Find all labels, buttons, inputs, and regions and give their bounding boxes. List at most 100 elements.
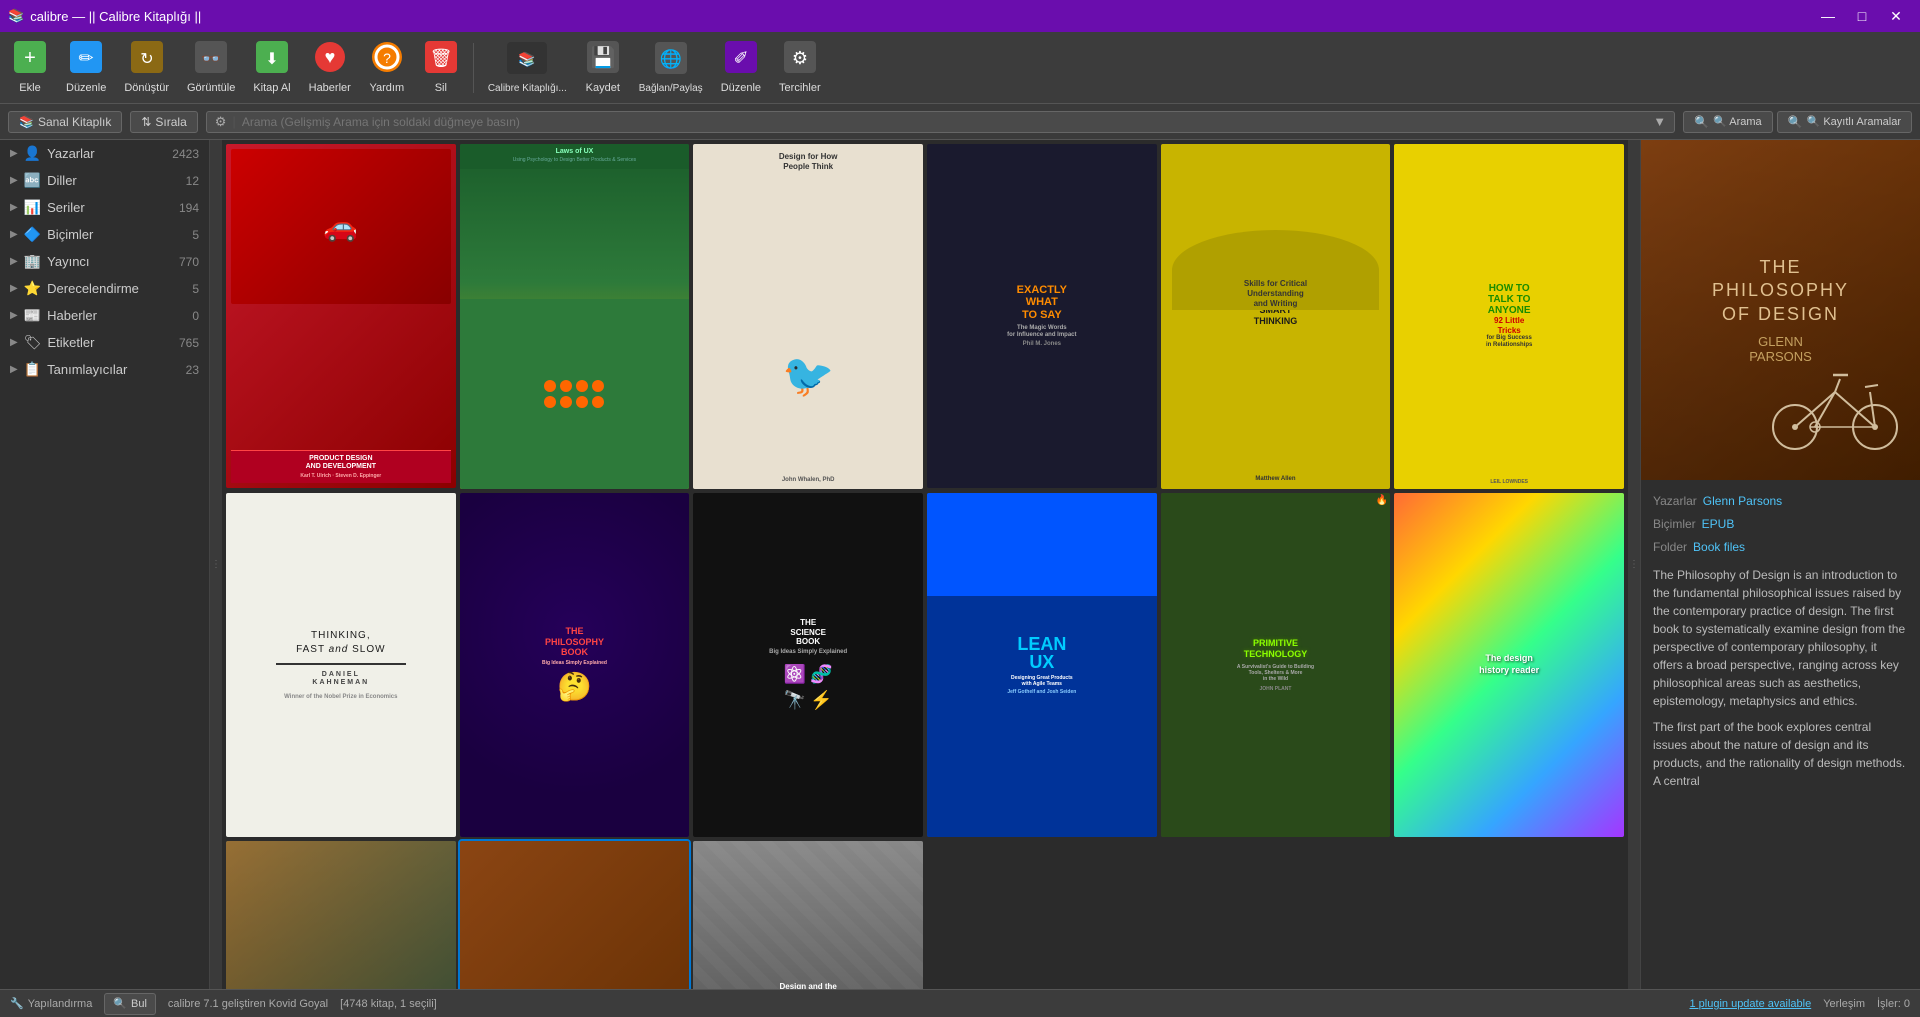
tags-icon: 🏷: [24, 334, 42, 351]
languages-icon: 🔤: [24, 172, 41, 189]
toolbar-kaydet[interactable]: 💾 Kaydet: [577, 36, 629, 100]
toolbar-calibre-kitap[interactable]: 📚 Calibre Kitaplığı...: [480, 36, 575, 100]
rating-icon: ⭐: [24, 280, 41, 297]
sidebar-item-tanimlay-left: ▶ 📋 Tanımlayıcılar: [10, 361, 127, 378]
folder-link[interactable]: Book files: [1693, 538, 1745, 557]
book-cover-design-short[interactable]: DESIGN A Very Short Introduction John He…: [226, 841, 456, 989]
detail-panel: THEPHILOSOPHYOF DESIGN GLENNPARSONS: [1640, 140, 1920, 989]
toolbar-donustur[interactable]: ↻ Dönüştür: [116, 36, 177, 100]
news-sidebar-icon: 📰: [24, 307, 41, 324]
formats-icon: 🔷: [24, 226, 41, 243]
sidebar-label-etiketler: Etiketler: [47, 335, 94, 350]
minimize-button[interactable]: —: [1812, 0, 1844, 32]
sidebar-item-tanimlay[interactable]: ▶ 📋 Tanımlayıcılar 23: [0, 356, 209, 383]
sidebar-item-derecelendirme-left: ▶ ⭐ Derecelendirme: [10, 280, 139, 297]
maximize-button[interactable]: □: [1846, 0, 1878, 32]
detail-description: The Philosophy of Design is an introduct…: [1653, 566, 1908, 790]
search-actions: 🔍 🔍 Arama 🔍 🔍 Kayıtlı Aramalar: [1683, 111, 1912, 133]
sidebar-label-seriler: Seriler: [47, 200, 85, 215]
sort-label: Sırala: [155, 115, 186, 129]
plugin-update-link[interactable]: 1 plugin update available: [1689, 998, 1811, 1010]
toolbar-yardim-label: Yardım: [369, 82, 404, 94]
book-cover-lean-ux[interactable]: LEANUX Designing Great Productswith Agil…: [927, 493, 1157, 837]
sort-icon: ⇅: [141, 115, 151, 129]
sidebar-count-bicimler: 5: [192, 228, 199, 242]
sidebar-count-yazarlar: 2423: [172, 147, 199, 161]
sidebar-label-bicimler: Biçimler: [47, 227, 93, 242]
book-cover-design-creation[interactable]: Design and theCreation of Value John Hes…: [693, 841, 923, 989]
svg-text:👓: 👓: [201, 51, 221, 68]
toolbar-kaydet-label: Kaydet: [586, 82, 620, 94]
toolbar-duzenle[interactable]: ✏ Düzenle: [58, 36, 114, 100]
book-cover-product-design[interactable]: 🚗 PRODUCT DESIGNAND DEVELOPMENT Karl T. …: [226, 144, 456, 488]
sidebar-item-seriler[interactable]: ▶ 📊 Seriler 194: [0, 194, 209, 221]
preferences-icon: ⚙: [784, 41, 816, 78]
toolbar-baglan[interactable]: 🌐 Bağlan/Paylaş: [631, 36, 711, 100]
detail-cover-image: THEPHILOSOPHYOF DESIGN GLENNPARSONS: [1641, 140, 1920, 480]
search-divider: |: [232, 114, 235, 129]
book-cover-design-think[interactable]: Design for HowPeople Think 🐦 John Whalen…: [693, 144, 923, 489]
toolbar-duzenle2[interactable]: ✐ Düzenle: [713, 36, 769, 100]
left-collapse-handle[interactable]: ⋮: [210, 140, 222, 989]
search-button[interactable]: 🔍 🔍 Arama: [1683, 111, 1773, 133]
calibre-library-icon: 📚: [507, 42, 547, 79]
sidebar-count-tanimlay: 23: [186, 363, 199, 377]
search-settings-icon[interactable]: ⚙: [215, 114, 227, 130]
toolbar-donustur-label: Dönüştür: [124, 82, 169, 94]
book-cover-smart-thinking[interactable]: SMARTTHINKING Skills for CriticalUnderst…: [1161, 144, 1391, 489]
toolbar-sil[interactable]: 🗑 Sil: [415, 36, 467, 100]
sidebar-item-etiketler[interactable]: ▶ 🏷 Etiketler 765: [0, 329, 209, 356]
virtual-library-button[interactable]: 📚 Sanal Kitaplık: [8, 111, 122, 133]
save-icon: 💾: [587, 41, 619, 78]
identifiers-icon: 📋: [24, 361, 41, 378]
find-button[interactable]: 🔍 Bul: [104, 993, 156, 1015]
toolbar-haberler[interactable]: ♥ Haberler: [301, 36, 359, 100]
saved-searches-button[interactable]: 🔍 🔍 Kayıtlı Aramalar: [1777, 111, 1912, 133]
format-link[interactable]: EPUB: [1702, 515, 1735, 534]
search-input[interactable]: [242, 115, 1647, 129]
right-collapse-handle[interactable]: ⋮: [1628, 140, 1640, 989]
book-cover-exactly[interactable]: EXACTLYWHATTO SAY The Magic Wordsfor Inf…: [927, 144, 1157, 488]
description-para-2: The first part of the book explores cent…: [1653, 718, 1908, 790]
titlebar-left: 📚 calibre — || Calibre Kitaplığı ||: [8, 8, 201, 24]
book-cover-philosophy-design[interactable]: THEPHILOSOPHYOF DESIGN GLENN PARSONS: [460, 841, 690, 989]
sidebar-item-yazarlar[interactable]: ▶ 👤 Yazarlar 2423: [0, 140, 209, 167]
toolbar-tercihler[interactable]: ⚙ Tercihler: [771, 36, 829, 100]
book-cover-laws-ux[interactable]: Laws of UXUsing Psychology to Design Bet…: [460, 144, 690, 489]
sidebar-item-seriler-left: ▶ 📊 Seriler: [10, 199, 85, 216]
toolbar-goruntule[interactable]: 👓 Görüntüle: [179, 36, 243, 100]
book-cover-philosophy-book[interactable]: THEPHILOSOPHYBOOK Big Ideas Simply Expla…: [460, 493, 690, 838]
sidebar-item-haberler[interactable]: ▶ 📰 Haberler 0: [0, 302, 209, 329]
sidebar-item-diller[interactable]: ▶ 🔤 Diller 12: [0, 167, 209, 194]
toolbar-yardim[interactable]: ? Yardım: [361, 36, 413, 100]
toolbar-baglan-label: Bağlan/Paylaş: [639, 83, 703, 94]
edit-icon: ✏: [70, 41, 102, 78]
book-cover-primitive-tech[interactable]: 🔥 PRIMITIVETECHNOLOGY A Survivalist's Gu…: [1161, 493, 1391, 838]
build-label: Yapılandırma: [28, 998, 93, 1010]
book-cover-science-book[interactable]: THESCIENCEBOOK Big Ideas Simply Explaine…: [693, 493, 923, 838]
book-cover-thinking-fast[interactable]: THINKING,FAST and SLOW DANIELKAHNEMAN Wi…: [226, 493, 456, 837]
sidebar-item-etiketler-left: ▶ 🏷 Etiketler: [10, 334, 94, 351]
sidebar-item-yayinci[interactable]: ▶ 🏢 Yayıncı 770: [0, 248, 209, 275]
sidebar-count-yayinci: 770: [179, 255, 199, 269]
sidebar-item-diller-left: ▶ 🔤 Diller: [10, 172, 77, 189]
meta-row-folder: Folder Book files: [1653, 538, 1908, 557]
toolbar-calibre-kitap-label: Calibre Kitaplığı...: [488, 83, 567, 94]
search-bar: ⚙ | ▼: [206, 111, 1675, 133]
toolbar-kitap-al[interactable]: ⬇ Kitap Al: [245, 36, 298, 100]
svg-text:↻: ↻: [140, 51, 153, 68]
book-cover-how-to-talk[interactable]: HOW TOTALK TOANYONE 92 LittleTricks for …: [1394, 144, 1624, 489]
book-cover-design-history[interactable]: The designhistory reader: [1394, 493, 1624, 838]
saved-search-icon: 🔍: [1788, 115, 1803, 129]
book-area: 🚗 PRODUCT DESIGNAND DEVELOPMENT Karl T. …: [222, 140, 1628, 989]
sidebar-item-bicimler[interactable]: ▶ 🔷 Biçimler 5: [0, 221, 209, 248]
sort-button[interactable]: ⇅ Sırala: [130, 111, 197, 133]
sidebar-label-yazarlar: Yazarlar: [47, 146, 94, 161]
close-button[interactable]: ✕: [1880, 0, 1912, 32]
virtual-library-label: Sanal Kitaplık: [38, 115, 111, 129]
sidebar-item-derecelendirme[interactable]: ▶ ⭐ Derecelendirme 5: [0, 275, 209, 302]
sidebar-label-tanimlay: Tanımlayıcılar: [47, 362, 127, 377]
dropdown-arrow-icon[interactable]: ▼: [1653, 114, 1666, 129]
author-link[interactable]: Glenn Parsons: [1703, 492, 1782, 511]
toolbar-ekle[interactable]: + Ekle: [4, 36, 56, 100]
